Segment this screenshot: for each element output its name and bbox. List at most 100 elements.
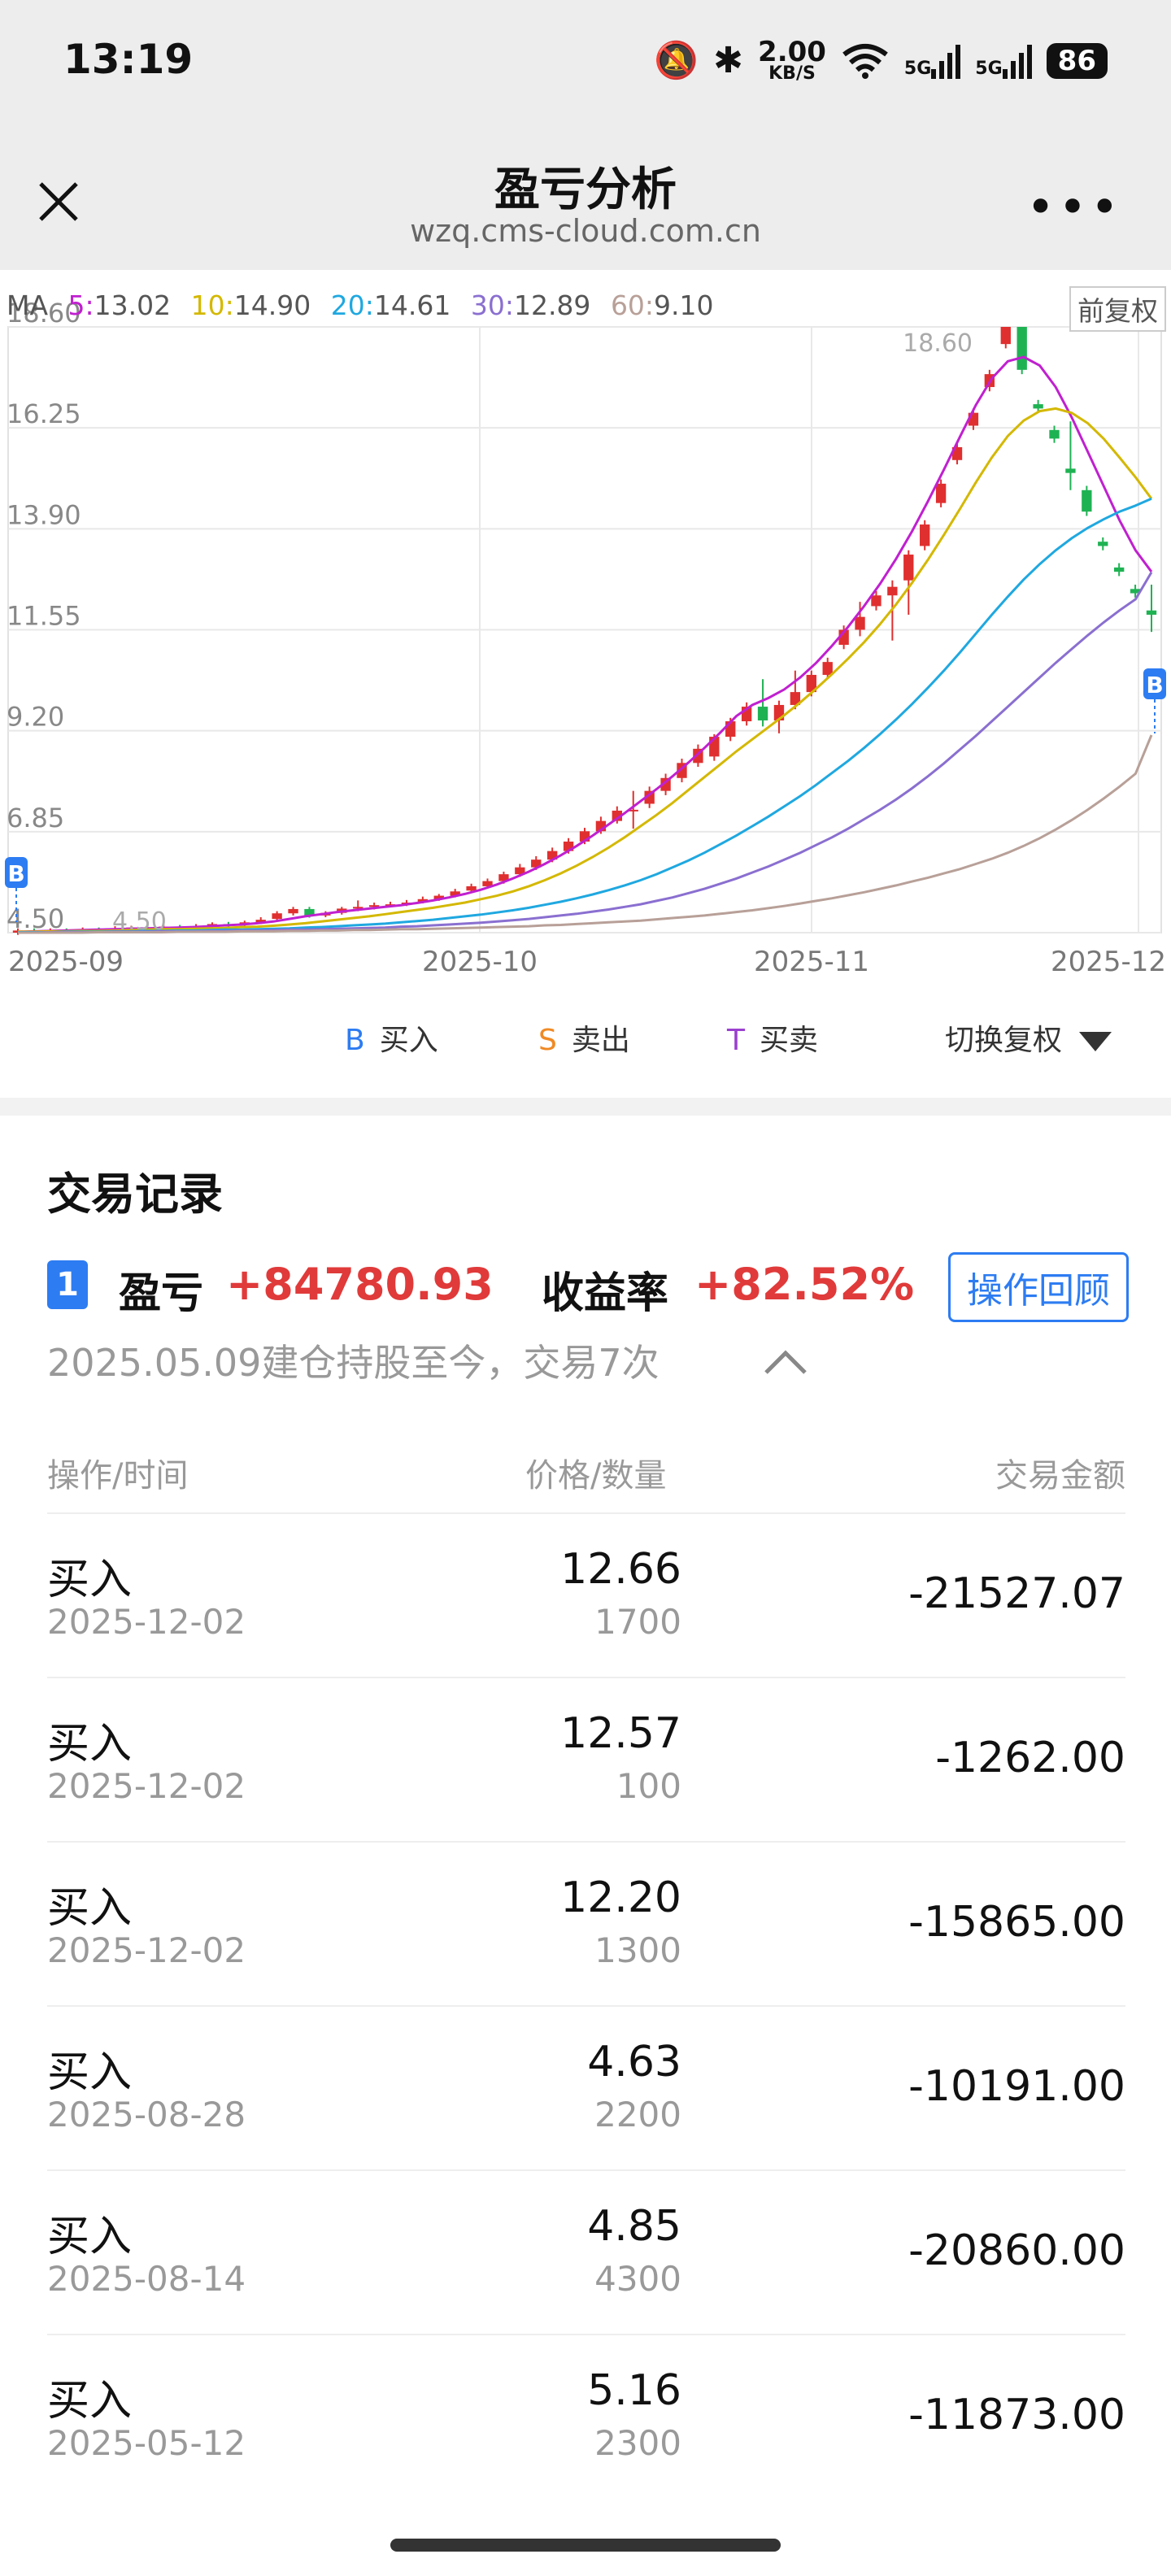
- pnl-label: 盈亏: [119, 1269, 204, 1318]
- trade-price: 12.66: [560, 1545, 681, 1594]
- pnl-value: +84780.93: [226, 1259, 494, 1310]
- trade-qty: 2300: [594, 2423, 681, 2463]
- chevron-up-icon[interactable]: [761, 1345, 810, 1377]
- signal-5g-1: 5G: [904, 43, 961, 79]
- legend-trade-letter: T: [727, 1024, 745, 1057]
- col-header-amount: 交易金额: [995, 1457, 1125, 1495]
- ma-line-ma20: [18, 497, 1152, 933]
- trade-price: 4.85: [587, 2202, 681, 2251]
- candle-body: [1065, 468, 1076, 473]
- table-row[interactable]: 买入 2025-08-28 4.63 2200 -10191.00: [47, 2005, 1125, 2169]
- table-row[interactable]: 买入 2025-12-02 12.57 100 -1262.00: [47, 1677, 1125, 1841]
- table-row[interactable]: 买入 2025-12-02 12.66 1700 -21527.07: [47, 1512, 1125, 1677]
- x-tick-label: 2025-12: [1051, 946, 1166, 978]
- page-url: wzq.cms-cloud.com.cn: [410, 213, 761, 249]
- return-rate-value: +82.52%: [694, 1259, 915, 1310]
- ma-30: 30:12.89: [471, 289, 591, 321]
- y-tick-label: 9.20: [7, 702, 64, 733]
- ma-10-period: 10:: [190, 289, 234, 321]
- col-header-price-qty: 价格/数量: [525, 1457, 667, 1495]
- table-row[interactable]: 买入 2025-12-02 12.20 1300 -15865.00: [47, 1841, 1125, 2005]
- trade-price: 12.20: [560, 1873, 681, 1922]
- operation-review-button[interactable]: 操作回顾: [948, 1252, 1129, 1322]
- ma-60-period: 60:: [610, 289, 655, 321]
- ma-10-value: 14.90: [233, 289, 311, 321]
- more-menu-icon[interactable]: •••: [1026, 179, 1122, 236]
- table-row[interactable]: 买入 2025-05-12 5.16 2300 -11873.00: [47, 2334, 1125, 2498]
- ma-prefix: MA: [7, 289, 49, 321]
- trade-price: 12.57: [560, 1709, 681, 1758]
- x-tick-label: 2025-09: [8, 946, 124, 978]
- ma-20-period: 20:: [330, 289, 374, 321]
- legend-buy-letter: B: [345, 1024, 365, 1057]
- status-bar: 13:19 🔕 ✱ 2.00 KB/S 5G 5G 86: [0, 0, 1171, 130]
- legend-trade: T 买卖: [727, 1016, 818, 1059]
- candle-body: [757, 707, 768, 720]
- ma-line-ma5: [17, 355, 1153, 933]
- candle-body: [1016, 327, 1027, 370]
- kline-svg[interactable]: 18.60 16.25 13.90 11.55 9.20 6.85 4.50 2025-09 2…: [0, 270, 1171, 986]
- candle-body: [935, 483, 947, 503]
- col-header-op-time: 操作/时间: [47, 1457, 189, 1495]
- y-tick-label: 16.25: [7, 398, 81, 429]
- home-indicator[interactable]: [390, 2539, 781, 2552]
- y-tick-label: 11.55: [7, 601, 81, 632]
- candle-body: [1000, 327, 1011, 345]
- trade-qty: 1700: [594, 1602, 681, 1642]
- ma-30-value: 12.89: [513, 289, 591, 321]
- y-tick-label: 13.90: [7, 499, 81, 530]
- candle-body: [855, 616, 865, 630]
- trade-date: 2025-12-02: [47, 1766, 246, 1806]
- ma-60: 60:9.10: [611, 289, 714, 321]
- trade-date: 2025-12-02: [47, 1602, 246, 1642]
- position-index-badge: 1: [47, 1260, 88, 1309]
- fuquan-tag[interactable]: 前复权: [1069, 286, 1166, 332]
- candle-body: [1049, 429, 1060, 439]
- kline-chart[interactable]: 18.60 16.25 13.90 11.55 9.20 6.85 4.50 2025-09 2…: [0, 270, 1171, 986]
- trade-amount: -15865.00: [908, 1898, 1125, 1947]
- buy-marker-start-letter: B: [7, 860, 24, 887]
- candle-body: [871, 595, 882, 607]
- trade-qty: 4300: [594, 2259, 681, 2299]
- signal-5g-2: 5G: [975, 43, 1032, 79]
- page-title: 盈亏分析: [494, 163, 677, 216]
- ma-values: MA 5:13.02 10:14.90 20:14.61 30:12.89 60…: [7, 289, 725, 321]
- high-price-label: 18.60: [903, 329, 973, 358]
- trade-date: 2025-05-12: [47, 2423, 246, 2463]
- candle-body: [903, 555, 914, 581]
- ma-20-value: 14.61: [373, 289, 451, 321]
- trade-qty: 1300: [594, 1930, 681, 1970]
- ma-20: 20:14.61: [331, 289, 451, 321]
- legend-sell-letter: S: [538, 1024, 557, 1057]
- legend-sell-label: 卖出: [571, 1024, 630, 1057]
- trade-amount: -1262.00: [935, 1734, 1125, 1782]
- switch-fuquan-button[interactable]: 切换复权: [945, 1016, 1113, 1059]
- trade-op: 买入: [47, 2213, 133, 2261]
- buy-marker-end-letter: B: [1146, 672, 1163, 698]
- table-row[interactable]: 买入 2025-08-14 4.85 4300 -20860.00: [47, 2169, 1125, 2334]
- candle-body: [1098, 542, 1108, 546]
- mute-bell-icon: 🔕: [654, 40, 699, 81]
- legend-sell: S 卖出: [538, 1016, 630, 1059]
- pnl-summary: 1 盈亏 +84780.93 收益率 +82.52% 操作回顾: [47, 1252, 1129, 1322]
- trade-date: 2025-12-02: [47, 1930, 246, 1970]
- candle-body: [887, 586, 898, 596]
- nav-bar: 盈亏分析 wzq.cms-cloud.com.cn •••: [0, 130, 1171, 270]
- legend-trade-label: 买卖: [760, 1024, 819, 1057]
- trade-date: 2025-08-14: [47, 2259, 246, 2299]
- trade-amount: -11873.00: [908, 2391, 1125, 2439]
- status-time: 13:19: [63, 36, 194, 83]
- candle-body: [466, 886, 477, 891]
- signal-bars-icon: [931, 45, 961, 79]
- candle-body: [1113, 567, 1125, 572]
- legend-buy: B 买入: [345, 1016, 438, 1059]
- return-rate-label: 收益率: [542, 1269, 669, 1318]
- x-tick-label: 2025-11: [754, 946, 869, 978]
- trade-date: 2025-08-28: [47, 2095, 246, 2134]
- bluetooth-icon: ✱: [713, 40, 744, 81]
- switch-fuquan-label: 切换复权: [945, 1024, 1063, 1057]
- section-divider: [0, 1098, 1171, 1116]
- status-icons: 🔕 ✱ 2.00 KB/S 5G 5G 86: [654, 38, 1108, 83]
- chart-legend: B 买入 S 卖出 T 买卖 切换复权: [0, 1016, 1171, 1065]
- y-tick-label: 6.85: [7, 803, 64, 833]
